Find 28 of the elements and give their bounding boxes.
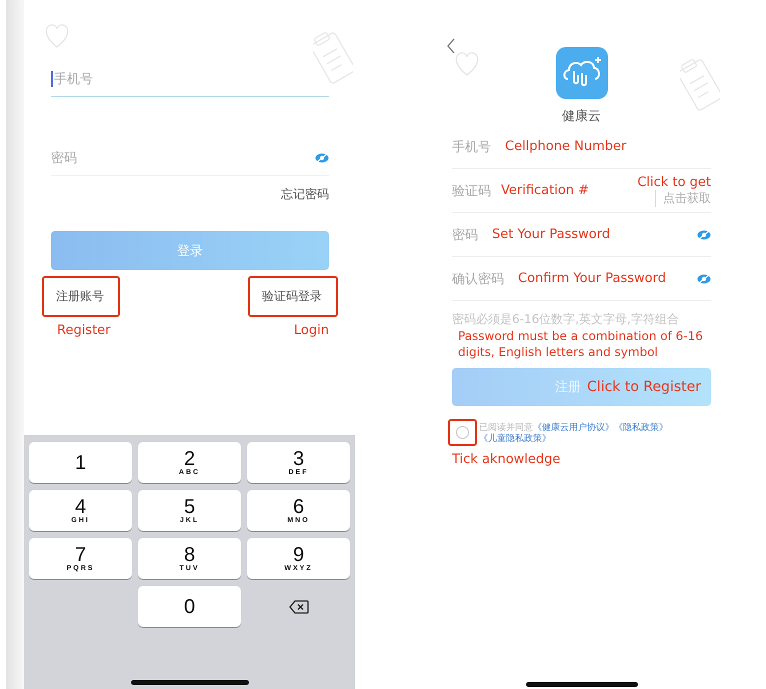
form-input-field[interactable]: 手机号 Cellphone Number — [452, 125, 711, 169]
forgot-password-link[interactable]: 忘记密码 — [281, 186, 329, 203]
register-link[interactable]: 注册账号 — [42, 276, 120, 317]
password-hint-annotation: Password must be a combination of 6-16 digits, English letters and symbol — [457, 328, 703, 360]
back-chevron-icon[interactable] — [446, 38, 456, 54]
code-login-link[interactable]: 验证码登录 — [248, 276, 338, 317]
cloud-logo-icon — [556, 47, 608, 99]
password-label: 密码 — [51, 150, 77, 167]
eye-icon[interactable] — [697, 274, 711, 284]
password-hint: 密码必须是6-16位数字,英文字母,字符组合 — [452, 311, 680, 328]
login-annotation: Login — [294, 323, 329, 338]
form-input-field[interactable]: 密码 Set Your Password — [452, 213, 711, 257]
eye-icon[interactable] — [315, 153, 329, 163]
backspace-icon[interactable] — [288, 600, 308, 614]
keypad-key[interactable]: 0 — [138, 586, 241, 627]
tick-annotation: Tick aknowledge — [452, 452, 562, 467]
eye-icon[interactable] — [697, 230, 711, 240]
form-input-field[interactable]: 验证码 Verification # Click to get 点击获取 — [452, 169, 711, 213]
register-annotation: Register — [57, 323, 111, 338]
policy-link[interactable]: 《隐私政策》 — [614, 423, 668, 433]
get-code-annotation: Click to get — [637, 174, 711, 190]
keypad-key[interactable]: 1 — [29, 442, 132, 483]
agreement-text: 已阅读并同意《健康云用户协议》《隐私政策》 《儿童隐私政策》 — [479, 423, 669, 445]
agreement-radio[interactable] — [456, 426, 469, 439]
form-input-field[interactable]: 确认密码 Confirm Your Password — [452, 257, 711, 301]
policy-link[interactable]: 《健康云用户协议》 — [533, 423, 614, 433]
app-name: 健康云 — [562, 108, 601, 125]
policy-link[interactable]: 《儿童隐私政策》 — [479, 434, 551, 444]
